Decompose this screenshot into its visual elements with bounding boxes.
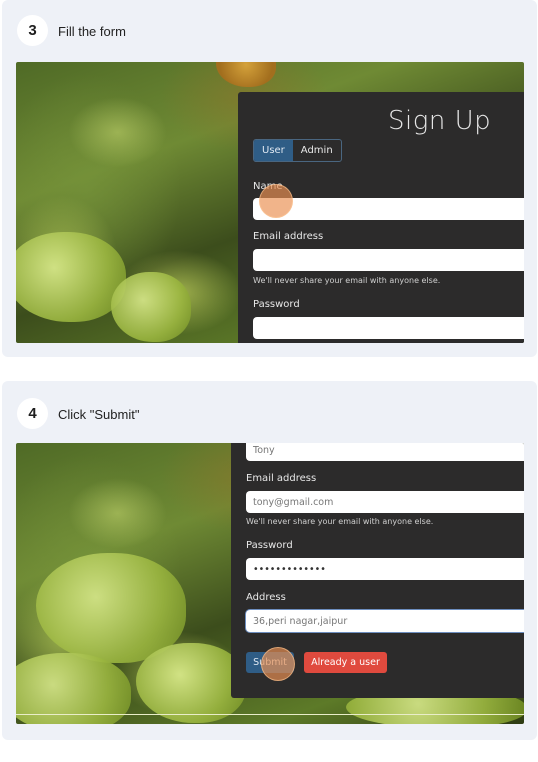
divider-line [16,714,524,715]
step-instruction: Fill the form [58,24,126,39]
email-label: Email address [253,231,324,242]
lettuce-leaf [136,643,246,723]
signup-form-panel: Sign Up User Admin Name Email address We… [238,92,524,343]
email-label: Email address [246,473,317,484]
role-user-button[interactable]: User [254,140,293,161]
email-input[interactable]: tony@gmail.com [246,491,524,513]
password-label: Password [253,299,300,310]
step-number-badge: 3 [17,15,48,46]
step-card-3: 3 Fill the form Sign Up User Admin Name … [2,0,537,357]
step-screenshot: Tony Email address tony@gmail.com We'll … [16,443,524,724]
step-screenshot: Sign Up User Admin Name Email address We… [16,62,524,343]
password-label: Password [246,540,293,551]
step-number-badge: 4 [17,398,48,429]
password-input[interactable]: ••••••••••••• [246,558,524,580]
lettuce-leaf [16,232,126,322]
email-help-text: We'll never share your email with anyone… [253,276,441,285]
step-card-4: 4 Click "Submit" Tony Email address tony… [2,381,537,740]
name-input[interactable]: Tony [246,443,524,461]
lettuce-leaf [111,272,191,342]
email-input[interactable] [253,249,524,271]
address-label: Address [246,592,286,603]
click-indicator [259,184,293,218]
step-instruction: Click "Submit" [58,407,140,422]
name-input[interactable] [253,198,524,220]
already-a-user-button[interactable]: Already a user [304,652,387,673]
role-admin-button[interactable]: Admin [293,140,341,161]
address-input[interactable]: 36,peri nagar,jaipur [246,610,524,632]
click-indicator [261,647,295,681]
role-toggle: User Admin [253,139,342,162]
email-help-text: We'll never share your email with anyone… [246,517,434,526]
password-input[interactable] [253,317,524,339]
page-title: Sign Up [388,106,492,136]
